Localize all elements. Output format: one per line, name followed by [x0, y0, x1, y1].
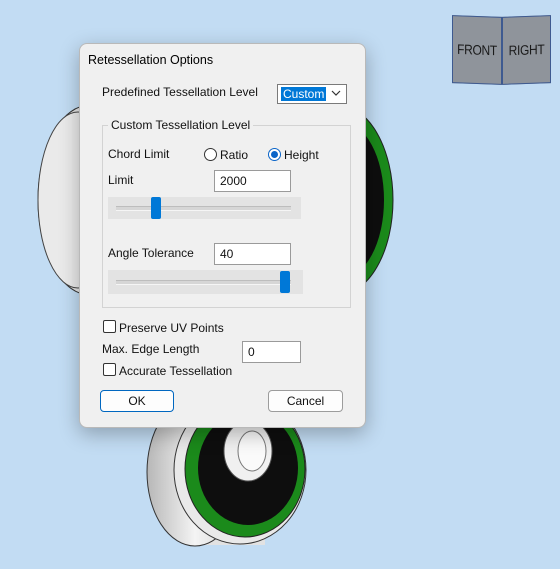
height-label[interactable]: Height	[284, 148, 319, 162]
predefined-level-value: Custom	[281, 87, 327, 101]
limit-label: Limit	[108, 173, 134, 187]
angle-tolerance-slider-thumb[interactable]	[280, 271, 290, 293]
retessellation-dialog: Retessellation Options Predefined Tessel…	[79, 43, 366, 428]
accurate-tessellation-label[interactable]: Accurate Tessellation	[119, 364, 232, 378]
dialog-title: Retessellation Options	[88, 53, 214, 67]
accurate-tessellation-checkbox[interactable]	[103, 363, 116, 376]
ratio-label[interactable]: Ratio	[220, 148, 248, 162]
preserve-uv-checkbox[interactable]	[103, 320, 116, 333]
height-radio[interactable]	[268, 148, 281, 161]
ratio-radio[interactable]	[204, 148, 217, 161]
view-cube-right-label: RIGHT	[508, 41, 545, 59]
view-cube[interactable]: FRONT RIGHT	[452, 15, 551, 86]
angle-tolerance-label: Angle Tolerance	[108, 246, 194, 260]
ok-button[interactable]: OK	[100, 390, 174, 412]
chevron-down-icon	[331, 90, 341, 96]
predefined-level-label: Predefined Tessellation Level	[102, 85, 258, 99]
custom-level-group-title: Custom Tessellation Level	[108, 118, 254, 132]
cancel-button-label: Cancel	[286, 394, 325, 408]
view-cube-right-face[interactable]: RIGHT	[502, 15, 551, 85]
limit-input[interactable]: 2000	[214, 170, 291, 192]
view-cube-front-face[interactable]: FRONT	[452, 15, 502, 85]
cancel-button[interactable]: Cancel	[268, 390, 343, 412]
view-cube-front-label: FRONT	[457, 41, 497, 59]
max-edge-length-label: Max. Edge Length	[102, 342, 200, 356]
limit-slider-thumb[interactable]	[151, 197, 161, 219]
ok-button-label: OK	[128, 394, 146, 408]
limit-slider[interactable]	[108, 197, 301, 219]
max-edge-length-input[interactable]: 0	[242, 341, 301, 363]
preserve-uv-label[interactable]: Preserve UV Points	[119, 321, 224, 335]
chord-limit-label: Chord Limit	[108, 147, 170, 161]
predefined-level-select[interactable]: Custom	[277, 84, 347, 104]
angle-tolerance-input[interactable]: 40	[214, 243, 291, 265]
angle-tolerance-slider[interactable]	[108, 270, 303, 294]
